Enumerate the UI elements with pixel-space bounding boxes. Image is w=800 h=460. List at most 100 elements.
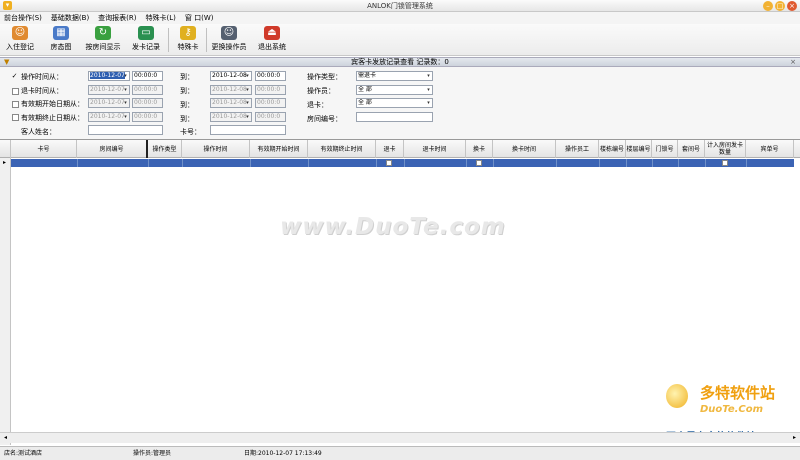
col-valid-end[interactable]: 有效期终止时间 [308,140,376,158]
col-return-time[interactable]: 退卡时间 [404,140,466,158]
close-button[interactable]: × [787,1,797,11]
menu-front-desk[interactable]: 前台操作(S) [4,12,42,24]
col-floor[interactable]: 楼层编号 [626,140,652,158]
change-operator-button[interactable]: ☺ 更换操作员 [210,26,248,54]
pin-icon[interactable]: ▼ [4,58,9,67]
exit-icon: ⏏ [264,26,280,40]
room-map-button[interactable]: ▦ 房态图 [48,26,74,54]
row-header-column [0,158,11,445]
col-valid-start[interactable]: 有效期开始时间 [250,140,308,158]
guestname-label: 客人姓名： [21,128,56,136]
optime-from-time[interactable]: 00:00:0 [132,71,163,81]
window-title: ANLOK门锁管理系统 [367,2,433,10]
optime-from-date[interactable]: 2010-12-07 ▾ [88,71,130,81]
table-row[interactable] [11,159,794,167]
col-operator[interactable]: 操作员工 [556,140,599,158]
validend-checkbox[interactable] [12,114,19,121]
panel-close-icon[interactable]: × [790,58,796,67]
cardno-input[interactable] [210,125,286,135]
col-changed[interactable]: 换卡 [466,140,493,158]
filter-panel: ✓ 操作时间从： 2010-12-07 ▾ 00:00:0 到： 2010-12-… [0,67,800,139]
checkout-label: 退卡时间从： [21,87,63,95]
cardno-label: 卡号： [180,128,201,136]
card-count-cell-checkbox[interactable] [722,160,728,166]
operator-label: 操作员： [307,87,335,95]
returned-select[interactable]: 全 部 ▾ [356,98,433,108]
to-label: 到： [180,73,194,81]
roomno-input[interactable] [356,112,433,122]
grid-header: 卡号 房间编号 操作类型 操作时间 有效期开始时间 有效期终止时间 退卡 退卡时… [0,140,800,158]
roomno-label: 房间编号： [307,115,342,123]
key-icon: ⚷ [180,26,196,40]
optime-label: 操作时间从： [21,73,63,81]
optime-to-date[interactable]: 2010-12-08 ▾ [210,71,252,81]
operator-select[interactable]: 全 部 ▾ [356,85,433,95]
grid-icon: ▦ [53,26,69,40]
to-label: 到： [180,87,194,95]
room-display-button[interactable]: ↻ 按房间显示 [84,26,122,54]
status-store: 店名:测试酒店 [4,450,43,457]
validend-label: 有效期终止日期从： [21,114,84,122]
optime-checkbox[interactable]: ✓ [11,73,18,80]
validend-from-date[interactable]: 2010-12-07 ▾ [88,112,130,122]
validstart-checkbox[interactable] [12,101,19,108]
menu-reports[interactable]: 查询报表(R) [98,12,136,24]
returned-label: 退卡： [307,101,328,109]
toolbar-separator [168,28,169,52]
col-card-count[interactable]: 计入房间发卡数量 [705,140,746,158]
special-card-button[interactable]: ⚷ 特殊卡 [174,26,202,54]
watermark: www.DuoTe.com [280,214,506,240]
title-bar: ▾ ANLOK门锁管理系统 – □ × [0,0,800,12]
minimize-button[interactable]: – [763,1,773,11]
optype-select[interactable]: 需退卡 ▾ [356,71,433,81]
card-icon: ▭ [138,26,154,40]
col-lock-no[interactable]: 门锁号 [652,140,678,158]
menu-window[interactable]: 窗 口(W) [185,12,214,24]
col-op-type[interactable]: 操作类型 [148,140,182,158]
exit-button[interactable]: ⏏ 退出系统 [256,26,288,54]
checkout-to-time[interactable]: 00:00:0 [255,85,286,95]
col-room-no[interactable]: 房间编号 [77,140,148,158]
menu-bar: 前台操作(S) 基础数据(B) 查询报表(R) 特殊卡(L) 窗 口(W) [0,12,800,24]
validend-from-time[interactable]: 00:00:0 [132,112,163,122]
checkout-to-date[interactable]: 2010-12-08 ▾ [210,85,252,95]
status-date: 日期:2010-12-07 17:13:49 [244,450,322,457]
scroll-right-icon[interactable]: ▸ [790,434,799,442]
mascot-icon [666,384,688,408]
validend-to-time[interactable]: 00:00:0 [255,112,286,122]
panel-title: ▼ 宾客卡发放记录查看 记录数：0 × [0,57,800,67]
maximize-button[interactable]: □ [775,1,785,11]
col-change-time[interactable]: 换卡时间 [493,140,556,158]
validstart-to-time[interactable]: 00:00:0 [255,98,286,108]
col-building[interactable]: 楼栋编号 [599,140,626,158]
card-record-button[interactable]: ▭ 发卡记录 [130,26,162,54]
checkin-button[interactable]: ☺ 入住登记 [4,26,36,54]
checkout-from-date[interactable]: 2010-12-07 ▾ [88,85,130,95]
validstart-to-date[interactable]: 2010-12-08 ▾ [210,98,252,108]
grid-corner [0,140,11,158]
to-label: 到： [180,115,194,123]
status-bar: 店名:测试酒店 操作员:管理员 日期:2010-12-07 17:13:49 [0,446,800,460]
validend-to-date[interactable]: 2010-12-08 ▾ [210,112,252,122]
col-suite[interactable]: 套间号 [678,140,705,158]
guestname-input[interactable] [88,125,163,135]
menu-base-data[interactable]: 基础数据(B) [51,12,89,24]
scroll-left-icon[interactable]: ◂ [1,434,10,442]
horizontal-scrollbar[interactable]: ◂ ▸ [0,432,800,443]
col-order-no[interactable]: 宾单号 [746,140,794,158]
changed-cell-checkbox[interactable] [476,160,482,166]
menu-special-card[interactable]: 特殊卡(L) [146,12,176,24]
toolbar-separator [206,28,207,52]
validstart-from-date[interactable]: 2010-12-07 ▾ [88,98,130,108]
checkout-from-time[interactable]: 00:00:0 [132,85,163,95]
col-op-time[interactable]: 操作时间 [182,140,250,158]
col-returned[interactable]: 退卡 [376,140,404,158]
validstart-label: 有效期开始日期从： [21,100,84,108]
optime-to-time[interactable]: 00:00:0 [255,71,286,81]
person-icon: ☺ [12,26,28,40]
checkout-checkbox[interactable] [12,88,19,95]
to-label: 到： [180,101,194,109]
col-card-no[interactable]: 卡号 [11,140,77,158]
returned-cell-checkbox[interactable] [386,160,392,166]
validstart-from-time[interactable]: 00:00:0 [132,98,163,108]
